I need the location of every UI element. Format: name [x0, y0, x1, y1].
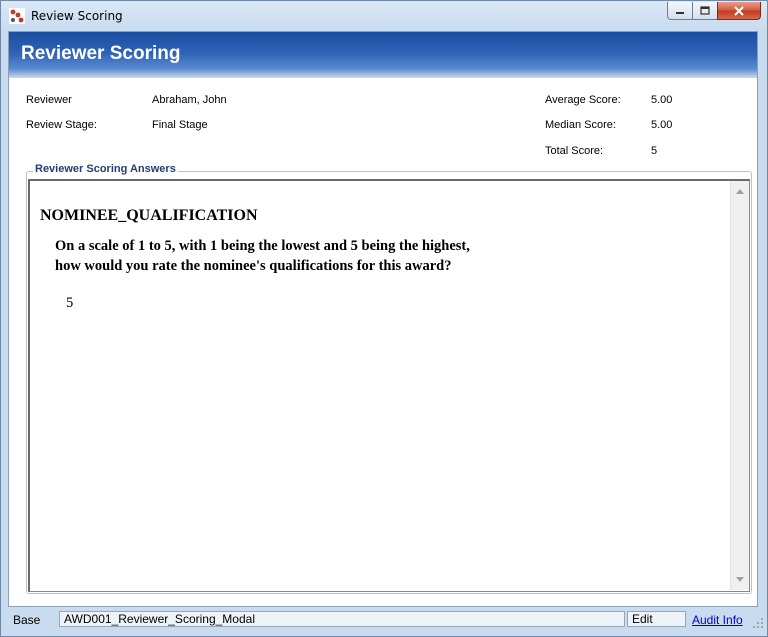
- median-score-value: 5.00: [651, 119, 673, 131]
- resize-grip-icon[interactable]: [752, 617, 764, 629]
- scroll-down-button[interactable]: [731, 571, 749, 588]
- reviewer-label: Reviewer: [26, 94, 72, 106]
- vertical-scrollbar[interactable]: [730, 181, 749, 590]
- average-score-label: Average Score:: [545, 94, 621, 106]
- status-form-name: AWD001_Reviewer_Scoring_Modal: [59, 611, 625, 627]
- median-score-label: Median Score:: [545, 119, 616, 131]
- total-score-label: Total Score:: [545, 145, 604, 157]
- header-band: Reviewer Scoring: [9, 32, 757, 78]
- question-answer: 5: [66, 295, 74, 311]
- status-bar: Base AWD001_Reviewer_Scoring_Modal Edit …: [1, 608, 767, 636]
- audit-info-link[interactable]: Audit Info: [692, 613, 743, 627]
- title-bar[interactable]: Review Scoring: [1, 1, 767, 31]
- scroll-up-icon: [736, 189, 744, 194]
- review-stage-label: Review Stage:: [26, 119, 97, 131]
- total-score-value: 5: [651, 145, 658, 157]
- average-score-value: 5.00: [651, 94, 673, 106]
- window-controls: [667, 2, 761, 21]
- close-button[interactable]: [717, 2, 761, 20]
- page-title: Reviewer Scoring: [21, 43, 181, 64]
- scroll-down-icon: [736, 577, 744, 582]
- question-code: NOMINEE_QUALIFICATION: [40, 207, 258, 224]
- minimize-icon: [676, 11, 684, 14]
- minimize-button[interactable]: [667, 2, 693, 20]
- scoring-answers-pane[interactable]: NOMINEE_QUALIFICATION On a scale of 1 to…: [28, 179, 750, 592]
- reviewer-value: Abraham, John: [152, 94, 227, 106]
- client-area: Reviewer Scoring Reviewer Abraham, John …: [8, 31, 758, 607]
- status-mode: Edit: [627, 611, 686, 627]
- window-title: Review Scoring: [31, 9, 123, 23]
- maximize-icon: [700, 5, 710, 15]
- close-icon: [734, 5, 744, 16]
- question-text: On a scale of 1 to 5, with 1 being the l…: [55, 238, 470, 274]
- scroll-up-button[interactable]: [731, 183, 749, 200]
- maximize-button[interactable]: [692, 2, 718, 20]
- status-base: Base: [13, 613, 41, 627]
- review-stage-value: Final Stage: [152, 119, 208, 131]
- app-icon: [9, 8, 25, 24]
- answer-item: NOMINEE_QUALIFICATION On a scale of 1 to…: [30, 181, 730, 590]
- scoring-answers-legend: Reviewer Scoring Answers: [33, 163, 178, 175]
- review-scoring-window: Review Scoring Reviewer Scoring Reviewer…: [0, 0, 768, 637]
